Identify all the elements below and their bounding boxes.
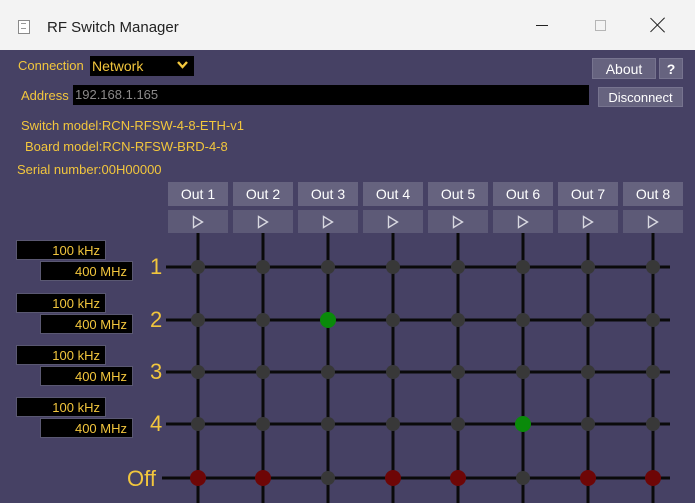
switch-node[interactable] [256,260,270,274]
switch-node[interactable] [386,365,400,379]
switch-node[interactable] [646,313,660,327]
window-title: RF Switch Manager [47,19,179,36]
close-button[interactable] [629,0,687,50]
off-node-active[interactable] [580,470,596,486]
row-2-freq-low[interactable]: 100 kHz [16,293,106,313]
switch-node[interactable] [191,260,205,274]
row-4-label: 4 [150,411,163,436]
row-3-freq-low[interactable]: 100 kHz [16,345,106,365]
switch-node[interactable] [191,417,205,431]
title-bar[interactable]: RF Switch Manager [0,0,695,50]
off-node[interactable] [516,471,530,485]
switch-node[interactable] [581,417,595,431]
maximize-icon [594,19,606,31]
minimize-button[interactable] [513,0,571,50]
switch-node[interactable] [581,365,595,379]
switch-node[interactable] [451,260,465,274]
row-1-label: 1 [150,254,163,279]
switch-node[interactable] [386,313,400,327]
switch-node[interactable] [451,365,465,379]
switch-node[interactable] [451,417,465,431]
switch-node[interactable] [256,365,270,379]
switch-node[interactable] [451,313,465,327]
switch-node[interactable] [646,365,660,379]
row-1-freq-high[interactable]: 400 MHz [40,261,133,281]
app-window: RF Switch Manager Connection Network Abo… [0,0,695,503]
row-3-freq-high[interactable]: 400 MHz [40,366,133,386]
row-4-freq-low[interactable]: 100 kHz [16,397,106,417]
close-icon [650,17,666,33]
maximize-button[interactable] [571,0,629,50]
row-2-freq-high[interactable]: 400 MHz [40,314,133,334]
off-node-active[interactable] [450,470,466,486]
off-node-active[interactable] [645,470,661,486]
off-node-active[interactable] [190,470,206,486]
switch-node[interactable] [256,313,270,327]
switch-node[interactable] [256,417,270,431]
minimize-icon [536,24,548,26]
switch-node-connected[interactable] [515,416,531,432]
switch-node[interactable] [646,260,660,274]
switch-node[interactable] [516,260,530,274]
off-row-label: Off [127,466,156,491]
switch-node[interactable] [646,417,660,431]
switch-node-connected[interactable] [320,312,336,328]
main-panel: Connection Network About ? Address Disco… [0,50,695,503]
row-1-freq-low[interactable]: 100 kHz [16,240,106,260]
switch-node[interactable] [321,365,335,379]
off-node-active[interactable] [385,470,401,486]
switch-node[interactable] [581,313,595,327]
switch-node[interactable] [191,313,205,327]
switch-node[interactable] [321,417,335,431]
switch-node[interactable] [386,417,400,431]
row-4-freq-high[interactable]: 400 MHz [40,418,133,438]
row-3-label: 3 [150,359,163,384]
row-2-label: 2 [150,307,163,332]
switch-node[interactable] [386,260,400,274]
app-icon [18,20,30,34]
off-node[interactable] [321,471,335,485]
switch-node[interactable] [516,313,530,327]
switch-node[interactable] [321,260,335,274]
switch-node[interactable] [191,365,205,379]
switch-node[interactable] [581,260,595,274]
switch-node[interactable] [516,365,530,379]
off-node-active[interactable] [255,470,271,486]
